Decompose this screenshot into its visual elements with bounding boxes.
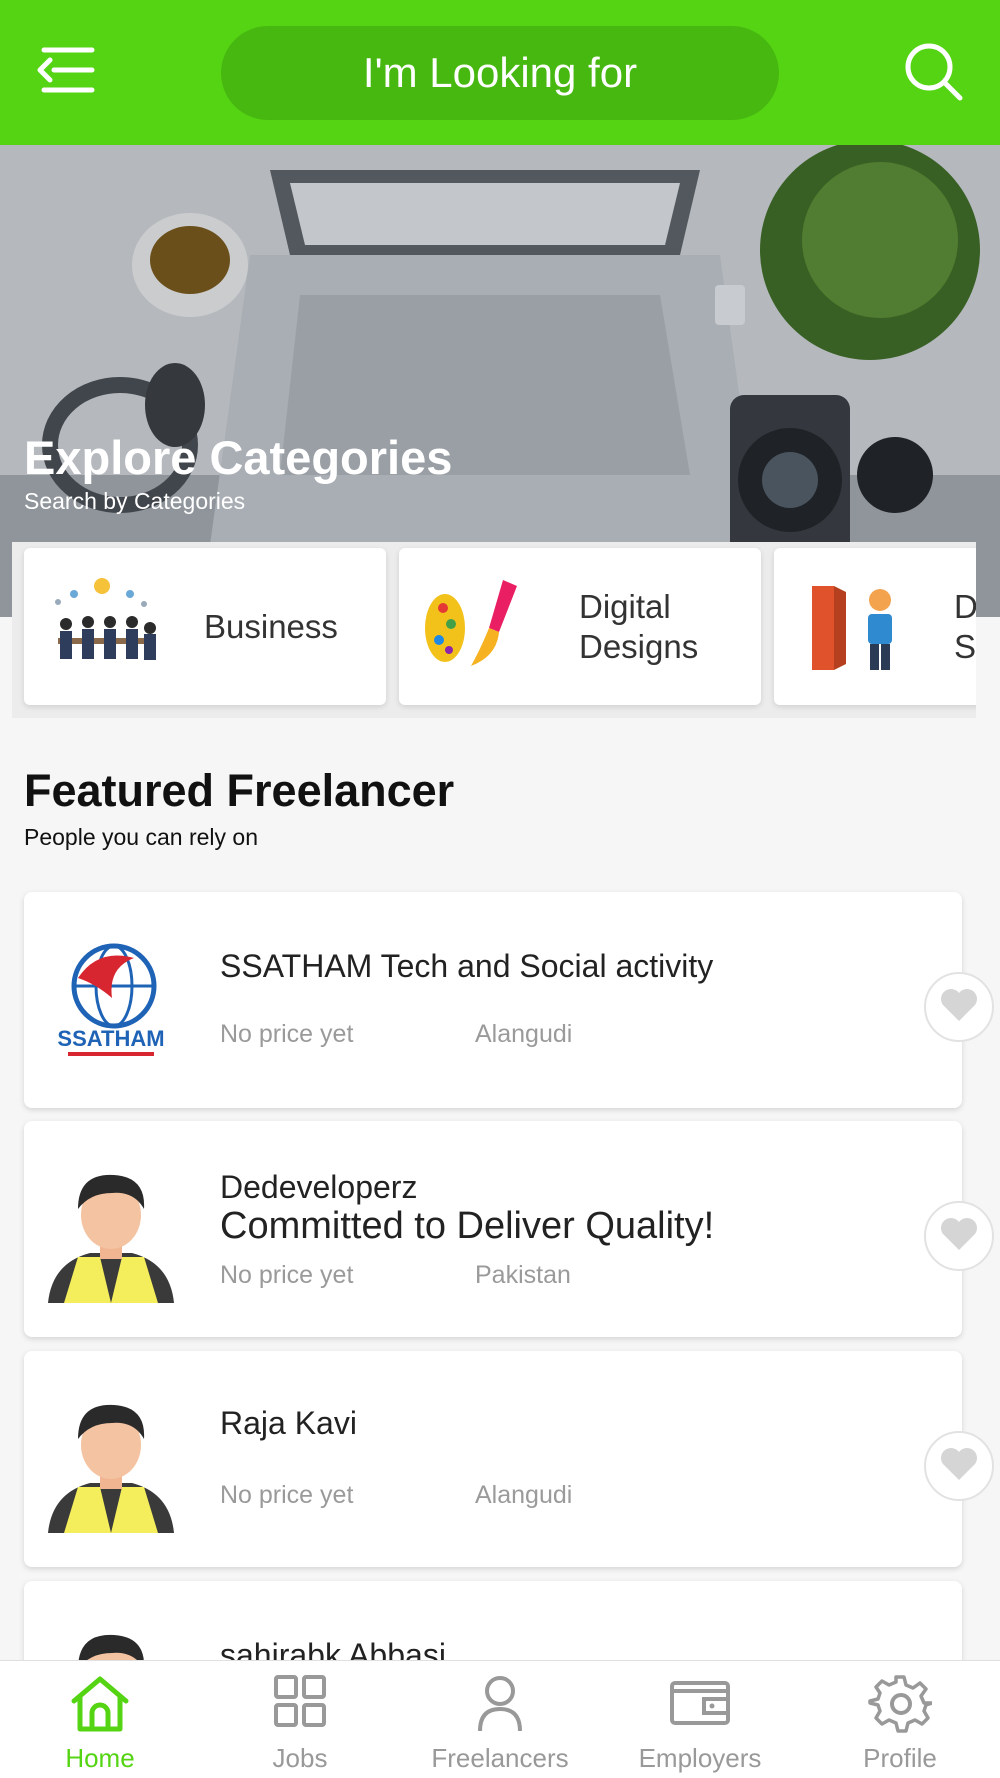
freelancer-card[interactable]: Raja Kavi No price yet Alangudi [24, 1351, 962, 1567]
nav-label: Employers [638, 1743, 762, 1773]
nav-home[interactable]: Home [0, 1661, 200, 1778]
nav-label: Freelancers [431, 1743, 569, 1773]
freelancer-card[interactable]: Dedeveloperz Committed to Deliver Qualit… [24, 1121, 962, 1337]
palette-brush-icon [419, 576, 537, 676]
grid-icon [268, 1671, 332, 1735]
heart-icon [939, 1446, 979, 1487]
category-label: D S [954, 587, 976, 665]
nav-profile[interactable]: Profile [800, 1661, 1000, 1778]
nav-jobs[interactable]: Jobs [200, 1661, 400, 1778]
heart-icon [939, 987, 979, 1028]
home-icon [68, 1671, 132, 1735]
nav-employers[interactable]: Employers [600, 1661, 800, 1778]
top-bar: I'm Looking for [0, 0, 1000, 145]
search-placeholder: I'm Looking for [362, 49, 638, 96]
business-meeting-icon [44, 576, 162, 676]
nav-label: Jobs [272, 1743, 328, 1773]
freelancer-tagline: Committed to Deliver Quality! [220, 1205, 715, 1247]
favorite-button[interactable] [924, 1431, 994, 1501]
person-avatar [38, 1387, 184, 1533]
favorite-button[interactable] [924, 1201, 994, 1271]
person-icon [468, 1671, 532, 1735]
category-carousel[interactable]: Business Digital Designs D S [12, 542, 976, 718]
gear-icon [868, 1671, 934, 1735]
freelancer-card[interactable]: SSATHAM SSATHAM Tech and Social activity… [24, 892, 962, 1108]
freelancer-name: Raja Kavi [220, 1405, 357, 1441]
door-person-icon [794, 576, 912, 676]
nav-label: Profile [863, 1743, 937, 1773]
favorite-button[interactable] [924, 972, 994, 1042]
heart-icon [939, 1216, 979, 1257]
explore-title: Explore Categories [24, 431, 453, 484]
person-avatar [38, 1157, 184, 1303]
bottom-nav: Home Jobs Freelancers Employers Profile [0, 1660, 1000, 1778]
freelancer-location: Pakistan [475, 1261, 571, 1289]
nav-label: Home [65, 1743, 135, 1773]
freelancer-price: No price yet [220, 1261, 354, 1289]
freelancer-location: Alangudi [475, 1481, 573, 1509]
app-screen: I'm Looking for Explore Categories Searc… [0, 0, 1000, 1778]
freelancer-price: No price yet [220, 1020, 354, 1048]
category-card-partial[interactable]: D S [774, 548, 976, 705]
explore-subtitle: Search by Categories [24, 488, 246, 514]
search-icon[interactable] [902, 40, 964, 102]
category-label: Business [204, 607, 338, 645]
ssatham-logo: SSATHAM [38, 928, 184, 1074]
search-input[interactable]: I'm Looking for [221, 26, 779, 120]
wallet-icon [668, 1671, 732, 1735]
nav-freelancers[interactable]: Freelancers [400, 1661, 600, 1778]
freelancer-name: Dedeveloperz [220, 1169, 418, 1205]
svg-text:SSATHAM: SSATHAM [57, 1026, 164, 1051]
category-card-digital-designs[interactable]: Digital Designs [399, 548, 761, 705]
featured-title: Featured Freelancer [24, 765, 455, 816]
category-label: Digital Designs [579, 587, 699, 665]
category-card-business[interactable]: Business [24, 548, 386, 705]
freelancer-location: Alangudi [475, 1020, 573, 1048]
freelancer-name: SSATHAM Tech and Social activity [220, 948, 714, 984]
freelancer-price: No price yet [220, 1481, 354, 1509]
menu-arrow-icon[interactable] [36, 44, 98, 96]
featured-subtitle: People you can rely on [24, 824, 258, 850]
